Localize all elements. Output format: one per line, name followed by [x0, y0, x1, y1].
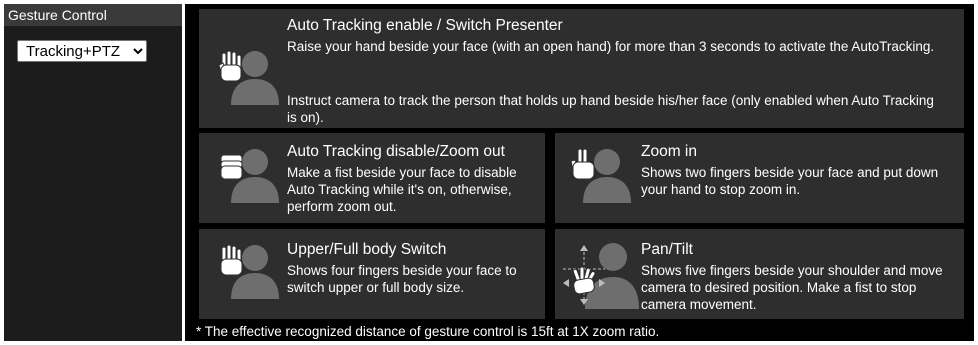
open-hand-person-icon: [218, 50, 279, 105]
card-title: Auto Tracking disable/Zoom out: [287, 143, 505, 160]
sidebar-title: Gesture Control: [4, 4, 182, 26]
four-fingers-person-icon: [220, 244, 279, 299]
card-description: Shows two fingers beside your face and p…: [641, 165, 939, 197]
card-title: Auto Tracking enable / Switch Presenter: [287, 17, 563, 34]
card-description: Make a fist beside your face to disable …: [287, 165, 517, 214]
card-title: Upper/Full body Switch: [287, 241, 447, 258]
card-description: Instruct camera to track the person that…: [287, 93, 934, 125]
two-fingers-person-icon: [570, 148, 631, 203]
gesture-panel: Auto Tracking enable / Switch Presenter …: [185, 4, 974, 341]
card-auto-tracking-disable: Auto Tracking disable/Zoom out Make a fi…: [199, 133, 545, 223]
card-body-switch: Upper/Full body Switch Shows four finger…: [199, 229, 545, 319]
distance-footnote: * The effective recognized distance of g…: [196, 324, 660, 339]
card-description: Shows five fingers beside your shoulder …: [641, 263, 943, 312]
card-title: Pan/Tilt: [641, 241, 693, 258]
fist-person-icon: [220, 149, 279, 203]
card-description: Raise your hand beside your face (with a…: [287, 39, 935, 54]
pan-tilt-hand-person-icon: [563, 243, 639, 309]
card-title: Zoom in: [641, 143, 697, 160]
card-pan-tilt: Pan/Tilt Shows five fingers beside your …: [555, 229, 964, 319]
card-zoom-in: Zoom in Shows two fingers beside your fa…: [555, 133, 964, 223]
card-auto-tracking-enable: Auto Tracking enable / Switch Presenter …: [199, 9, 964, 128]
gesture-mode-select[interactable]: Tracking+PTZ: [17, 40, 147, 62]
sidebar: Gesture Control Tracking+PTZ: [4, 4, 182, 341]
card-description: Shows four fingers beside your face to s…: [287, 263, 517, 295]
